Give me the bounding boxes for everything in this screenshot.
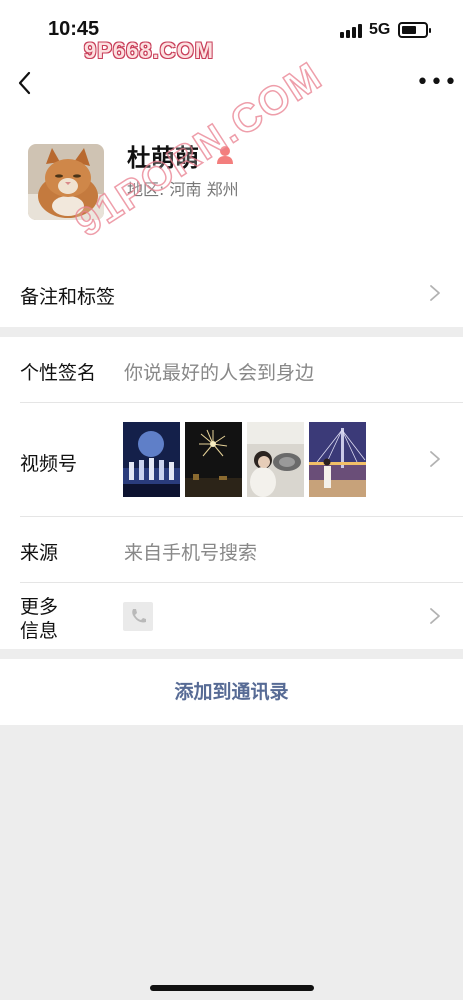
- back-button[interactable]: [18, 71, 42, 97]
- chevron-right-icon: [430, 451, 440, 467]
- divider: [20, 582, 463, 583]
- add-to-contacts-button[interactable]: 添加到通讯录: [0, 659, 463, 725]
- status-bar: 10:45 5G: [0, 0, 463, 60]
- home-indicator[interactable]: [150, 985, 314, 991]
- info-section: 个性签名 你说最好的人会到身边 视频号 来源 来自手机号搜索 更多 信息: [0, 337, 463, 649]
- chevron-right-icon: [430, 285, 440, 301]
- more-options-button[interactable]: •••: [416, 70, 457, 95]
- channel-thumbnail-stage[interactable]: [123, 422, 180, 497]
- channel-thumbnail-bridge[interactable]: [309, 422, 366, 497]
- add-contact-bar: 添加到通讯录: [0, 659, 463, 725]
- section-gap: [0, 649, 463, 659]
- chevron-right-icon: [430, 608, 440, 624]
- section-gap: [0, 327, 463, 337]
- signature-label: 个性签名: [20, 362, 97, 384]
- more-dots-icon: •••: [416, 70, 458, 95]
- battery-icon: [398, 22, 431, 38]
- channel-thumbnail-car[interactable]: [247, 422, 304, 497]
- chevron-left-icon: [18, 71, 31, 95]
- signature-value: 你说最好的人会到身边: [124, 362, 315, 384]
- watermark-top: 9P668.COM: [84, 38, 215, 63]
- phone-icon: [123, 602, 153, 631]
- more-info-label-line2: 信息: [20, 620, 59, 642]
- network-type: 5G: [369, 21, 391, 38]
- more-info-label-line1: 更多: [20, 596, 59, 618]
- remark-tags-row[interactable]: 备注和标签: [0, 256, 463, 327]
- source-value: 来自手机号搜索: [124, 542, 258, 564]
- divider: [20, 402, 463, 403]
- signal-icon: [340, 24, 362, 38]
- channels-label: 视频号: [20, 453, 78, 475]
- remark-tags-label: 备注和标签: [20, 286, 116, 308]
- channel-thumbnail-fireworks[interactable]: [185, 422, 242, 497]
- source-label: 来源: [20, 542, 59, 564]
- divider: [20, 516, 463, 517]
